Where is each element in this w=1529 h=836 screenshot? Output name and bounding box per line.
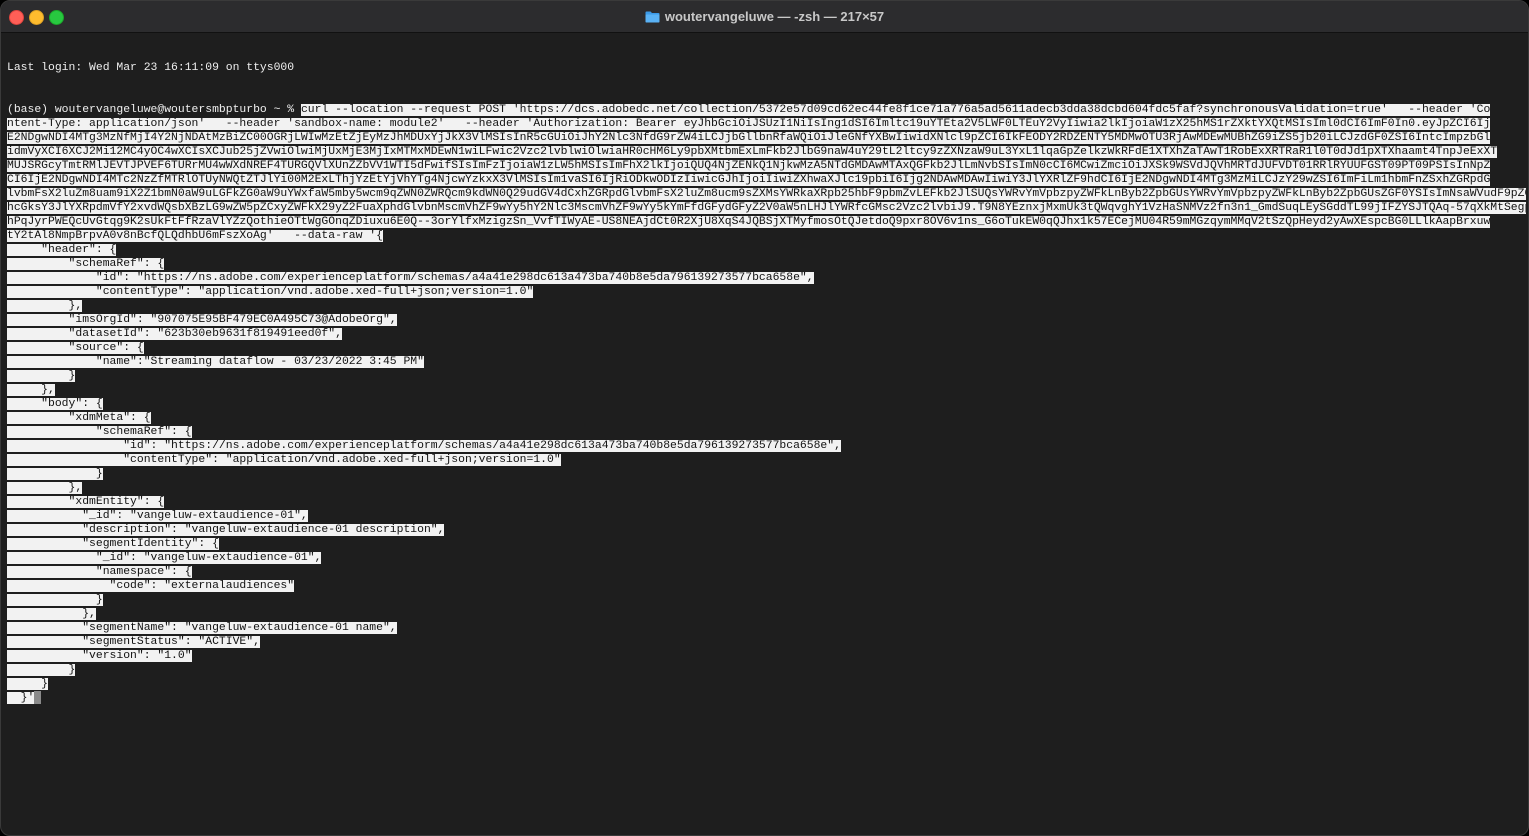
json-line: } (7, 663, 1526, 677)
json-text[interactable]: } (7, 468, 103, 480)
command-line: idmVyXCI6XCJ2Mi12MC4yOC4wXCIsXCJub25jZVw… (7, 145, 1526, 159)
json-text[interactable]: "xdmEntity": { (7, 496, 165, 508)
json-line: } (7, 593, 1526, 607)
json-text[interactable]: "imsOrgId": "907075E95BF479EC0A495C73@Ad… (7, 314, 397, 326)
json-line: }, (7, 607, 1526, 621)
folder-icon (645, 11, 660, 23)
command-line: ntent-Type: application/json' --header '… (7, 117, 1526, 131)
json-text[interactable]: "segmentStatus": "ACTIVE", (7, 636, 260, 648)
json-text[interactable]: "contentType": "application/vnd.adobe.xe… (7, 286, 534, 298)
json-text[interactable]: "segmentName": "vangeluw-extaudience-01 … (7, 622, 397, 634)
json-line: "datasetId": "623b30eb9631f819491eed0f", (7, 327, 1526, 341)
json-text[interactable]: "schemaRef": { (7, 258, 165, 270)
command-text[interactable]: lvbmFsX2luZm8uam9iX2Z1bmN0aW9uLGFkZG0aW9… (7, 188, 1526, 200)
json-text[interactable]: } (7, 678, 49, 690)
command-line: CI6IjE2NDgwNDI4MTc2NzZfMTRlOTUyNWQtZTJlY… (7, 173, 1526, 187)
json-line: "namespace": { (7, 565, 1526, 579)
json-text[interactable]: } (7, 370, 76, 382)
command-text[interactable]: curl --location --request POST 'https://… (300, 104, 1491, 116)
json-line: "id": "https://ns.adobe.com/experiencepl… (7, 439, 1526, 453)
json-line: "_id": "vangeluw-extaudience-01", (7, 551, 1526, 565)
json-line: }, (7, 383, 1526, 397)
json-line: "xdmEntity": { (7, 495, 1526, 509)
terminal-window: woutervangeluwe — -zsh — 217×57 Last log… (0, 0, 1529, 836)
json-line: "id": "https://ns.adobe.com/experiencepl… (7, 271, 1526, 285)
command-text[interactable]: E2NDgwNDI4MTg3MzNfMjI4Y2NjNDAtMzBiZC00OG… (7, 132, 1491, 144)
json-text[interactable]: "name":"Streaming dataflow - 03/23/2022 … (7, 356, 424, 368)
json-line: "header": { (7, 243, 1526, 257)
json-line: "imsOrgId": "907075E95BF479EC0A495C73@Ad… (7, 313, 1526, 327)
json-line: "segmentName": "vangeluw-extaudience-01 … (7, 621, 1526, 635)
json-text[interactable]: "_id": "vangeluw-extaudience-01", (7, 510, 308, 522)
command-line: (base) woutervangeluwe@woutersmbpturbo ~… (7, 103, 1526, 117)
json-text[interactable]: }, (7, 608, 96, 620)
json-text[interactable]: "namespace": { (7, 566, 192, 578)
text-cursor (34, 691, 42, 704)
json-text[interactable]: "source": { (7, 342, 144, 354)
command-line: hPqJyrPWEQcUvGtqg9K2sUkFtFfRzaVlYZzQothi… (7, 215, 1526, 229)
json-line: "xdmMeta": { (7, 411, 1526, 425)
json-text[interactable]: } (7, 664, 76, 676)
json-text[interactable]: "header": { (7, 244, 117, 256)
json-line: "schemaRef": { (7, 425, 1526, 439)
json-text[interactable]: "_id": "vangeluw-extaudience-01", (7, 552, 322, 564)
command-text[interactable]: tY2tAl8NmpBrpvA0v8nBcfQLQdhbU6mFszXoAg' … (7, 230, 383, 242)
command-line: lvbmFsX2luZm8uam9iX2Z1bmN0aW9uLGFkZG0aW9… (7, 187, 1526, 201)
json-line: "segmentIdentity": { (7, 537, 1526, 551)
json-text[interactable]: }, (7, 482, 83, 494)
title-bar: woutervangeluwe — -zsh — 217×57 (1, 1, 1528, 33)
json-line: "name":"Streaming dataflow - 03/23/2022 … (7, 355, 1526, 369)
json-line: "source": { (7, 341, 1526, 355)
command-text[interactable]: idmVyXCI6XCJ2Mi12MC4yOC4wXCIsXCJub25jZVw… (7, 146, 1498, 158)
json-text[interactable]: "contentType": "application/vnd.adobe.xe… (7, 454, 561, 466)
json-line: "contentType": "application/vnd.adobe.xe… (7, 453, 1526, 467)
json-text[interactable]: "id": "https://ns.adobe.com/experiencepl… (7, 272, 814, 284)
json-text[interactable]: "version": "1.0" (7, 650, 192, 662)
command-text[interactable]: hPqJyrPWEQcUvGtqg9K2sUkFtFfRzaVlYZzQothi… (7, 216, 1491, 228)
window-title-area: woutervangeluwe — -zsh — 217×57 (1, 1, 1528, 32)
json-text[interactable]: }' (7, 692, 35, 704)
json-text[interactable]: "body": { (7, 398, 103, 410)
command-line: E2NDgwNDI4MTg3MzNfMjI4Y2NjNDAtMzBiZC00OG… (7, 131, 1526, 145)
command-line: hcGksY3JlYXRpdmVfY2xvdWQsbXBzLG9wZW5pZCx… (7, 201, 1526, 215)
json-text[interactable]: "datasetId": "623b30eb9631f819491eed0f", (7, 328, 342, 340)
json-text[interactable]: }, (7, 300, 83, 312)
json-line: } (7, 369, 1526, 383)
json-line: }, (7, 481, 1526, 495)
command-text[interactable]: ntent-Type: application/json' --header '… (7, 118, 1491, 130)
json-text[interactable]: }, (7, 384, 55, 396)
command-text[interactable]: MUJSRGcyTmtRMlJEVTJPVEF6TURrMU4wWXdNREF4… (7, 160, 1491, 172)
json-line: "schemaRef": { (7, 257, 1526, 271)
json-line: "code": "externalaudiences" (7, 579, 1526, 593)
terminal-output[interactable]: Last login: Wed Mar 23 16:11:09 on ttys0… (7, 33, 1526, 835)
json-text[interactable]: "xdmMeta": { (7, 412, 151, 424)
json-line: } (7, 677, 1526, 691)
json-line: "body": { (7, 397, 1526, 411)
json-line: "version": "1.0" (7, 649, 1526, 663)
json-line: "description": "vangeluw-extaudience-01 … (7, 523, 1526, 537)
json-line: "contentType": "application/vnd.adobe.xe… (7, 285, 1526, 299)
json-text[interactable]: "segmentIdentity": { (7, 538, 219, 550)
json-text[interactable]: } (7, 594, 103, 606)
command-line: MUJSRGcyTmtRMlJEVTJPVEF6TURrMU4wWXdNREF4… (7, 159, 1526, 173)
json-text[interactable]: "description": "vangeluw-extaudience-01 … (7, 524, 445, 536)
shell-prompt: (base) woutervangeluwe@woutersmbpturbo ~… (7, 104, 301, 116)
json-line: "segmentStatus": "ACTIVE", (7, 635, 1526, 649)
command-line: tY2tAl8NmpBrpvA0v8nBcfQLQdhbU6mFszXoAg' … (7, 229, 1526, 243)
json-line: }, (7, 299, 1526, 313)
json-text[interactable]: "code": "externalaudiences" (7, 580, 295, 592)
json-line: }' (7, 691, 1526, 705)
json-line: } (7, 467, 1526, 481)
json-line: "_id": "vangeluw-extaudience-01", (7, 509, 1526, 523)
json-text[interactable]: "id": "https://ns.adobe.com/experiencepl… (7, 440, 841, 452)
login-line: Last login: Wed Mar 23 16:11:09 on ttys0… (7, 62, 295, 74)
command-text[interactable]: CI6IjE2NDgwNDI4MTc2NzZfMTRlOTUyNWQtZTJlY… (7, 174, 1491, 186)
json-text[interactable]: "schemaRef": { (7, 426, 192, 438)
command-text[interactable]: hcGksY3JlYXRpdmVfY2xvdWQsbXBzLG9wZW5pZCx… (7, 202, 1526, 214)
window-title: woutervangeluwe — -zsh — 217×57 (664, 9, 885, 24)
